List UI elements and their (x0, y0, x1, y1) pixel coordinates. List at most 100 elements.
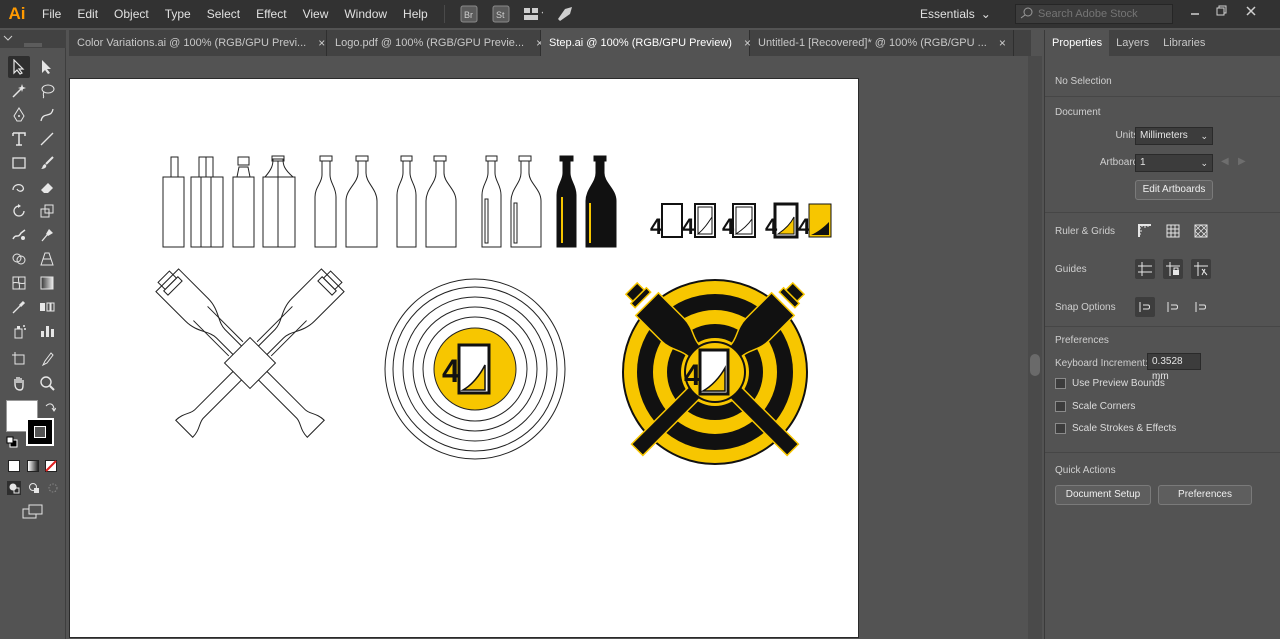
slice-tool-icon[interactable] (36, 348, 58, 370)
column-graph-tool-icon[interactable] (36, 320, 58, 342)
default-fill-stroke-icon[interactable] (6, 436, 18, 451)
document-setup-button[interactable]: Document Setup (1055, 485, 1151, 505)
menu-window[interactable]: Window (336, 0, 395, 28)
gpu-performance-icon[interactable] (555, 4, 575, 24)
grid-icon[interactable] (1163, 221, 1183, 241)
crossed-bottles-outline[interactable] (152, 265, 347, 440)
minimize-button[interactable] (1182, 0, 1208, 22)
menu-select[interactable]: Select (199, 0, 248, 28)
restore-button[interactable] (1208, 0, 1234, 22)
arrange-documents-icon[interactable] (523, 4, 543, 24)
smart-guides-icon[interactable] (1191, 259, 1211, 279)
checkbox-box[interactable] (1055, 401, 1066, 412)
logo-variants[interactable]: 4 4 4 4 4 (650, 202, 832, 239)
perspective-grid-tool-icon[interactable] (36, 248, 58, 270)
snap-to-point-icon[interactable] (1135, 297, 1155, 317)
lock-guides-icon[interactable] (1163, 259, 1183, 279)
swap-fill-stroke-icon[interactable] (44, 402, 57, 417)
shaper-tool-icon[interactable] (8, 176, 30, 198)
tab-step[interactable]: Step.ai @ 100% (RGB/GPU Preview) × (541, 30, 751, 56)
edit-artboards-button[interactable]: Edit Artboards (1135, 180, 1213, 200)
curvature-tool-icon[interactable] (36, 104, 58, 126)
direct-selection-tool-icon[interactable] (36, 56, 58, 78)
menu-edit[interactable]: Edit (69, 0, 106, 28)
menu-file[interactable]: File (34, 0, 69, 28)
transparency-grid-icon[interactable] (1191, 221, 1211, 241)
pen-tool-icon[interactable] (8, 104, 30, 126)
search-input[interactable] (1038, 8, 1168, 20)
preferences-button[interactable]: Preferences (1158, 485, 1252, 505)
checkbox-box[interactable] (1055, 378, 1066, 389)
draw-inside-icon[interactable] (46, 481, 60, 498)
tab-layers[interactable]: Layers (1109, 30, 1156, 56)
zoom-tool-icon[interactable] (36, 372, 58, 394)
screen-mode-icon[interactable] (22, 504, 44, 523)
units-dropdown[interactable]: Millimeters ⌄ (1135, 127, 1213, 145)
snap-to-grid-icon[interactable] (1191, 297, 1211, 317)
menu-view[interactable]: View (295, 0, 337, 28)
none-mode-button[interactable] (45, 460, 57, 475)
stock-icon[interactable]: St (491, 4, 511, 24)
rectangle-tool-icon[interactable] (8, 152, 30, 174)
rotate-tool-icon[interactable] (8, 200, 30, 222)
use-preview-bounds-checkbox[interactable]: Use Preview Bounds (1055, 378, 1165, 389)
tab-untitled[interactable]: Untitled-1 [Recovered]* @ 100% (RGB/GPU … (750, 30, 1014, 56)
draw-behind-icon[interactable] (27, 481, 41, 498)
color-mode-button[interactable] (8, 460, 20, 472)
close-window-button[interactable] (1238, 0, 1264, 22)
next-artboard-icon[interactable]: ▶ (1238, 156, 1246, 167)
tab-libraries[interactable]: Libraries (1156, 30, 1212, 56)
canvas-area[interactable]: 4 4 4 4 4 4 4 (66, 56, 1028, 639)
shape-builder-tool-icon[interactable] (8, 248, 30, 270)
artwork[interactable]: 4 4 4 4 4 4 4 (70, 79, 860, 639)
tab-properties[interactable]: Properties (1045, 30, 1110, 56)
tab-color-variations[interactable]: Color Variations.ai @ 100% (RGB/GPU Prev… (69, 30, 327, 56)
vertical-scrollbar[interactable] (1028, 56, 1042, 639)
puppet-warp-tool-icon[interactable] (36, 224, 58, 246)
gradient-mode-button[interactable] (27, 460, 39, 472)
scale-tool-icon[interactable] (36, 200, 58, 222)
gradient-tool-icon[interactable] (36, 272, 58, 294)
bottle-sketches[interactable] (162, 155, 542, 248)
blend-tool-icon[interactable] (36, 296, 58, 318)
close-icon[interactable]: × (999, 36, 1006, 50)
keyboard-increment-input[interactable]: 0.3528 mm (1147, 353, 1201, 382)
toolbar-grip[interactable] (0, 30, 66, 48)
previous-artboard-icon[interactable]: ◀ (1221, 156, 1229, 167)
workspace-switcher[interactable]: Essentials ⌄ (920, 0, 991, 28)
stroke-swatch[interactable] (26, 418, 54, 446)
concentric-circle-logo[interactable]: 4 (384, 278, 566, 460)
hand-tool-icon[interactable] (8, 372, 30, 394)
magic-wand-tool-icon[interactable] (8, 80, 30, 102)
menu-effect[interactable]: Effect (248, 0, 294, 28)
menu-help[interactable]: Help (395, 0, 436, 28)
lasso-tool-icon[interactable] (36, 80, 58, 102)
type-tool-icon[interactable] (8, 128, 30, 150)
eraser-tool-icon[interactable] (36, 176, 58, 198)
close-icon[interactable]: × (318, 36, 325, 50)
draw-normal-icon[interactable] (7, 481, 21, 498)
scale-strokes-effects-checkbox[interactable]: Scale Strokes & Effects (1055, 423, 1176, 434)
menu-type[interactable]: Type (157, 0, 199, 28)
ruler-icon[interactable] (1135, 221, 1155, 241)
snap-to-pixel-icon[interactable] (1163, 297, 1183, 317)
tab-logo[interactable]: Logo.pdf @ 100% (RGB/GPU Previe... × (327, 30, 543, 56)
stock-search[interactable] (1015, 4, 1173, 24)
eyedropper-tool-icon[interactable] (8, 296, 30, 318)
symbol-sprayer-tool-icon[interactable] (8, 320, 30, 342)
selection-tool-icon[interactable] (8, 56, 30, 78)
mesh-tool-icon[interactable] (8, 272, 30, 294)
line-segment-tool-icon[interactable] (36, 128, 58, 150)
bridge-icon[interactable]: Br (459, 4, 479, 24)
paintbrush-tool-icon[interactable] (36, 152, 58, 174)
artboard-tool-icon[interactable] (8, 348, 30, 370)
yellow-badge-logo[interactable]: 4 (620, 277, 810, 465)
warp-tool-icon[interactable] (8, 224, 30, 246)
checkbox-box[interactable] (1055, 423, 1066, 434)
menu-object[interactable]: Object (106, 0, 157, 28)
scale-corners-checkbox[interactable]: Scale Corners (1055, 401, 1135, 412)
bottle-silhouettes[interactable] (556, 155, 617, 248)
show-guides-icon[interactable] (1135, 259, 1155, 279)
scrollbar-thumb[interactable] (1030, 354, 1040, 376)
artboard[interactable]: 4 4 4 4 4 4 4 (69, 78, 859, 638)
